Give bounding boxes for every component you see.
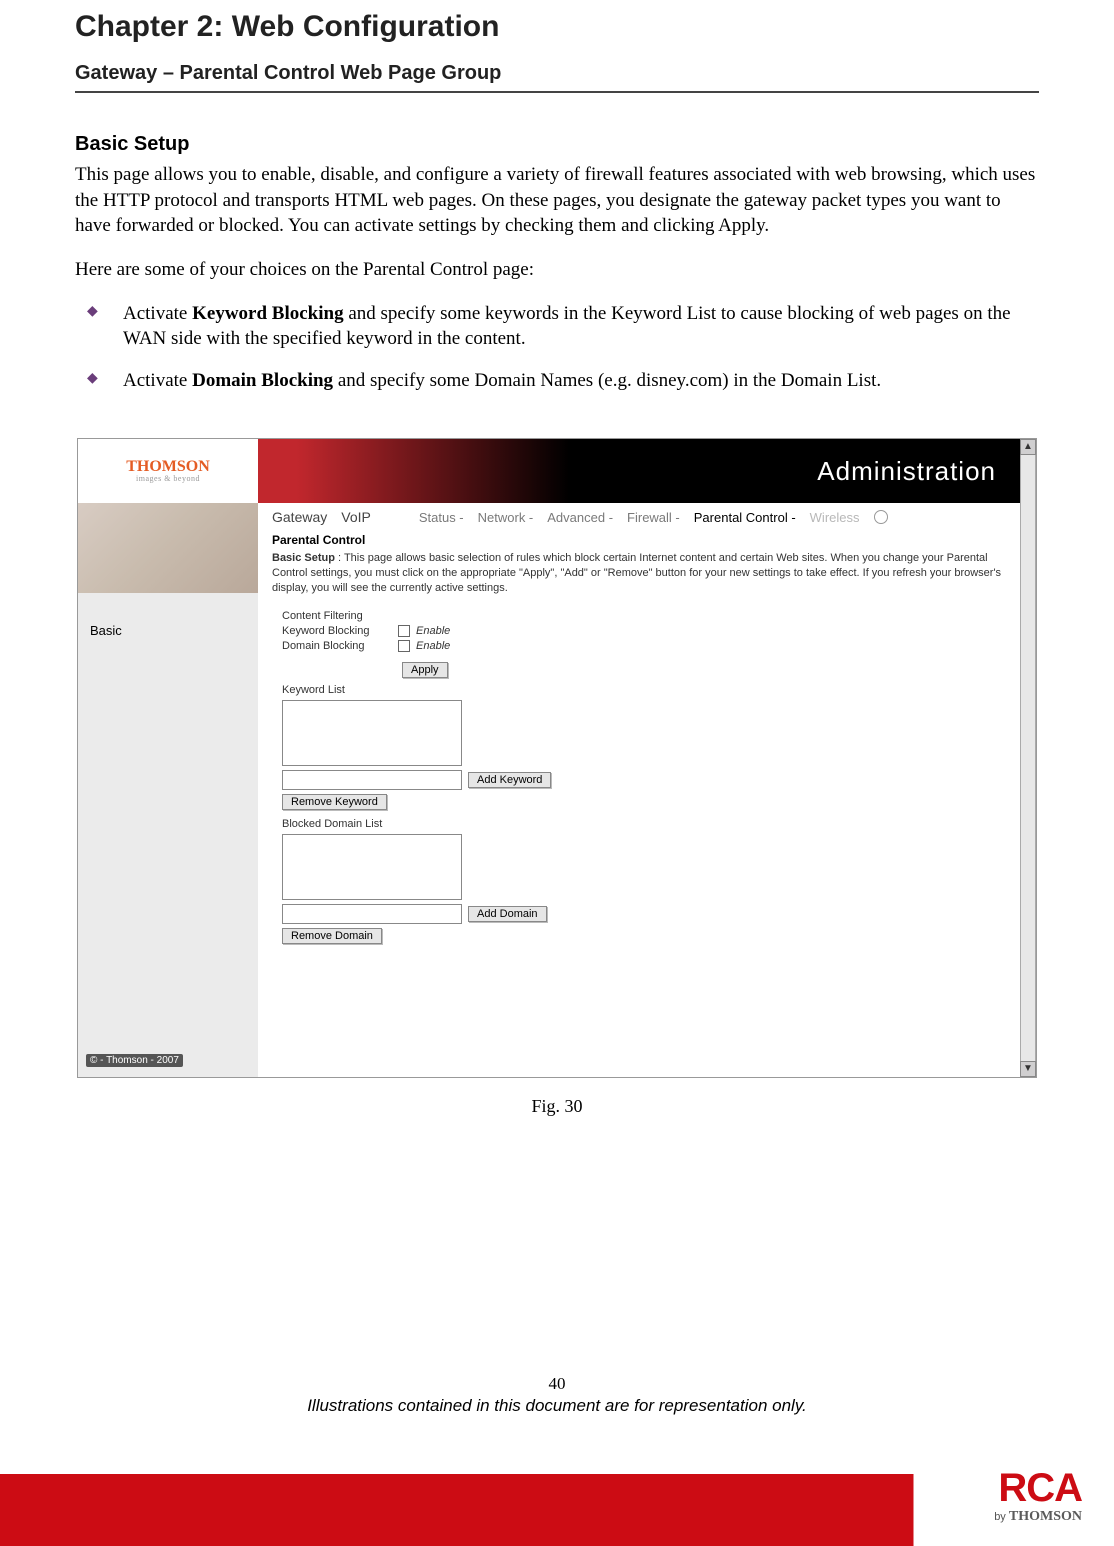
brand-strip: RCA by THOMSON bbox=[0, 1436, 1114, 1546]
bullet-domain-blocking: Activate Domain Blocking and specify som… bbox=[105, 368, 1039, 394]
enable-label: Enable bbox=[416, 625, 450, 637]
domain-blocking-label: Domain Blocking bbox=[282, 640, 392, 652]
desc-label: Basic Setup bbox=[272, 552, 335, 564]
tab-advanced[interactable]: Advanced - bbox=[547, 510, 613, 525]
sidebar-item-basic[interactable]: Basic bbox=[78, 593, 258, 644]
tab-gateway[interactable]: Gateway bbox=[272, 509, 327, 525]
banner-title: Administration bbox=[258, 439, 1036, 503]
scrollbar-track[interactable] bbox=[1020, 455, 1036, 1061]
brand-red-bar bbox=[0, 1474, 1114, 1546]
subhead-basic-setup: Basic Setup bbox=[75, 133, 1039, 156]
bullet-text: Activate bbox=[123, 370, 192, 391]
remove-domain-button[interactable]: Remove Domain bbox=[282, 928, 382, 944]
by-text: by bbox=[994, 1511, 1009, 1523]
sidebar-photo bbox=[78, 503, 258, 593]
blocked-domain-list-label: Blocked Domain List bbox=[282, 818, 1006, 830]
section-title: Gateway – Parental Control Web Page Grou… bbox=[75, 62, 1039, 85]
enable-label: Enable bbox=[416, 640, 450, 652]
add-domain-button[interactable]: Add Domain bbox=[468, 906, 547, 922]
domain-blocking-checkbox[interactable] bbox=[398, 640, 410, 652]
bullet-text: and specify some Domain Names (e.g. disn… bbox=[333, 370, 881, 391]
logo-text: THOMSON bbox=[126, 459, 210, 475]
remove-keyword-button[interactable]: Remove Keyword bbox=[282, 794, 387, 810]
bullet-keyword-blocking: Activate Keyword Blocking and specify so… bbox=[105, 301, 1039, 352]
domain-listbox[interactable] bbox=[282, 834, 462, 900]
intro-paragraph: This page allows you to enable, disable,… bbox=[75, 162, 1039, 239]
keyword-input[interactable] bbox=[282, 770, 462, 790]
basic-setup-description: Basic Setup : This page allows basic sel… bbox=[258, 549, 1020, 606]
thomson-text: THOMSON bbox=[1009, 1509, 1082, 1524]
tab-status[interactable]: Status - bbox=[419, 510, 464, 525]
keyword-listbox[interactable] bbox=[282, 700, 462, 766]
keyword-list-label: Keyword List bbox=[282, 684, 1006, 696]
desc-text: This page allows basic selection of rule… bbox=[272, 552, 1001, 594]
sidebar-copyright: © - Thomson - 2007 bbox=[86, 1054, 183, 1067]
bullet-bold: Domain Blocking bbox=[192, 370, 333, 391]
footer-note: Illustrations contained in this document… bbox=[0, 1396, 1114, 1416]
tabs-row: Gateway VoIP Status - Network - Advanced… bbox=[258, 503, 1020, 529]
tab-firewall[interactable]: Firewall - bbox=[627, 510, 680, 525]
scroll-down-icon[interactable]: ▼ bbox=[1020, 1061, 1036, 1077]
tab-wireless[interactable]: Wireless bbox=[810, 510, 860, 525]
embedded-screenshot: ▲ ▼ THOMSON images & beyond Administrati… bbox=[77, 438, 1037, 1078]
tab-parental-control[interactable]: Parental Control - bbox=[694, 510, 796, 525]
scroll-up-icon[interactable]: ▲ bbox=[1020, 439, 1036, 455]
apply-button[interactable]: Apply bbox=[402, 662, 448, 678]
desc-sep: : bbox=[335, 552, 344, 564]
parental-control-heading: Parental Control bbox=[258, 529, 1020, 549]
tab-network[interactable]: Network - bbox=[478, 510, 534, 525]
choices-lead: Here are some of your choices on the Par… bbox=[75, 257, 1039, 283]
main-panel: Gateway VoIP Status - Network - Advanced… bbox=[258, 503, 1020, 1077]
tab-voip[interactable]: VoIP bbox=[341, 509, 371, 525]
sidebar: Basic © - Thomson - 2007 bbox=[78, 503, 258, 1077]
logo-tagline: images & beyond bbox=[136, 475, 200, 483]
rca-text: RCA bbox=[994, 1468, 1082, 1508]
keyword-blocking-checkbox[interactable] bbox=[398, 625, 410, 637]
thomson-logo: THOMSON images & beyond bbox=[78, 439, 258, 503]
banner: THOMSON images & beyond Administration bbox=[78, 439, 1036, 503]
chapter-title: Chapter 2: Web Configuration bbox=[75, 10, 1039, 44]
divider bbox=[75, 91, 1039, 93]
rca-logo: RCA by THOMSON bbox=[994, 1468, 1082, 1524]
page-number: 40 bbox=[0, 1374, 1114, 1394]
domain-input[interactable] bbox=[282, 904, 462, 924]
figure-caption: Fig. 30 bbox=[75, 1096, 1039, 1117]
add-keyword-button[interactable]: Add Keyword bbox=[468, 772, 551, 788]
bullet-bold: Keyword Blocking bbox=[192, 303, 343, 324]
page-footer: 40 Illustrations contained in this docum… bbox=[0, 1374, 1114, 1416]
content-filtering-label: Content Filtering bbox=[282, 610, 363, 622]
bullet-text: Activate bbox=[123, 303, 192, 324]
keyword-blocking-label: Keyword Blocking bbox=[282, 625, 392, 637]
refresh-icon[interactable] bbox=[874, 510, 888, 524]
